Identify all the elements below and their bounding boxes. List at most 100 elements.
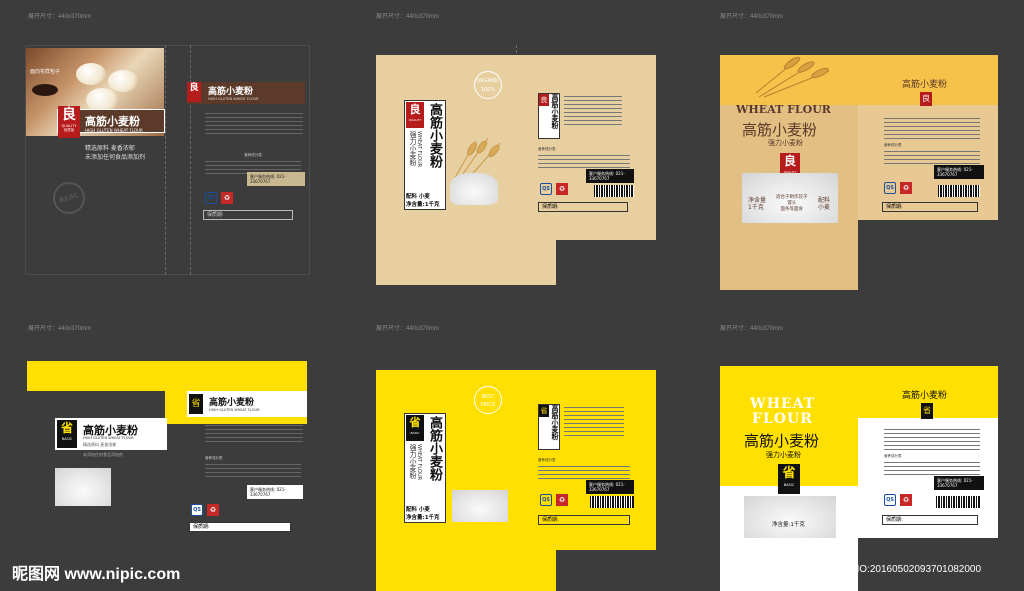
barcode [590,496,634,508]
watermark-right: ID:21631034 NO:20160502093701082000 [792,564,982,575]
info-text [564,93,622,128]
brand-basic-text: BASIC [783,483,795,487]
hotline-box: 客户服务热线: 021-33670767 [247,172,305,186]
brand-quality-cn: 优质品 [63,128,75,132]
nutrition-table: 营养成分表 [884,454,980,478]
dim-label: 展开尺寸：440x370mm [28,326,92,332]
shelf-life-box: 保质期: [538,515,630,525]
side-title: 高筋小麦粉 [209,398,255,408]
panel-4: 省 BASIC 高筋小麦粉 HIGH GLUTEN WHEAT FLOUR 精选… [25,358,310,548]
brand-liang-char: 良 [409,103,421,116]
product-title-vertical: 高筋小麦粉 [427,416,442,481]
nutrition-table: 营养成分表 [538,147,630,171]
info-text [205,422,303,445]
table-title: 营养成分表 [538,147,556,151]
tagline-2: 未添加任何食品添加剂 [83,452,123,457]
hotline-box: 客户服务热线: 021-33670767 [247,485,303,499]
brand-sheng-badge-small: 省 [921,403,933,419]
product-title: 高筋小麦粉 [85,115,140,128]
flour-pile-image [452,490,508,522]
side-title: 高筋小麦粉 [902,391,948,401]
bun-label: 面向花样包子 [30,69,61,75]
panel-3: WHEAT FLOUR 高筋小麦粉 强力小麦粉 良 QUALITY 净含量 1千… [720,45,1000,290]
organic-badge: ORGANIC 100% [474,71,502,99]
brand-liang-badge: 良 QUALITY 优质品 [58,106,80,138]
table-title: 营养成分表 [884,454,902,458]
product-subtitle: HIGH GLUTEN WHEAT FLOUR [83,436,134,440]
net-content-text: 净含量:1千克 [406,515,440,521]
ingredients-text: 配料 小麦 [406,507,430,513]
kraft-flap [516,240,556,285]
tagline-2: 未添加任何食品添加剂 [85,154,146,161]
product-title: 高筋小麦粉 [742,121,818,139]
ingredients-v: 配料 小麦 [818,197,831,211]
wheat-flour-title-l2: FLOUR [752,411,813,427]
brand-sheng-char: 省 [409,416,421,429]
qs-icon: QS [540,494,552,506]
side-subtitle: HIGH GLUTEN WHEAT FLOUR [209,408,260,412]
panel-2: 良 QUALITY 高筋小麦粉 WHEAT FLOUR 强力小麦粉 配料 小麦 … [376,45,656,285]
net-content-text: 净含量:1千克 [406,202,440,208]
side-title-vertical: 高筋小麦粉 [551,405,559,440]
brand-sheng-badge: 省 BASIC [778,464,800,494]
brand-liang-badge-small: 良 [187,82,201,102]
brand-liang-badge: 良 QUALITY [406,102,424,128]
brand-quality-text: QUALITY [408,118,422,122]
dim-label: 展开尺寸：440x370mm [376,14,440,20]
brand-sheng-char: 省 [782,466,796,481]
usage-text: 适合于制作饺子 馒头 面条等面食 [776,195,808,212]
brand-sheng-badge: 省 BASIC [57,420,77,448]
brand-basic-text: BASIC [61,437,73,441]
brand-sheng-badge: 省 BASIC [406,415,424,441]
product-title-vertical: 高筋小麦粉 [427,103,442,168]
barcode [938,185,980,197]
strong-flour-text: 强力小麦粉 [766,451,801,459]
nutrition-table: 营养成分表 [538,458,630,482]
info-text [884,115,980,142]
brand-sheng-badge-small: 省 [189,394,203,414]
flour-pile-image [744,496,836,538]
info-text [205,110,303,137]
flour-pile-image [55,468,111,506]
wheat-illustration [754,53,834,99]
brand-liang-char: 良 [62,107,76,123]
dim-label: 展开尺寸：440x370mm [720,14,784,20]
strong-flour-vertical: 强力小麦粉 [409,131,417,166]
panel-6: WHEAT FLOUR 高筋小麦粉 强力小麦粉 省 BASIC 净含量:1千克 … [720,358,1000,591]
nutrition-table: 营养成分表 [205,456,301,480]
dim-label: 展开尺寸：440x370mm [376,326,440,332]
qs-icon: QS [540,183,552,195]
side-title: 高筋小麦粉 [208,87,254,97]
side-subtitle: HIGH GLUTEN WHEAT FLOUR [208,97,259,101]
shelf-life-box: 保质期: [882,515,978,525]
flour-pile-image [450,173,498,205]
ingredients-text: 配料 小麦 [406,194,430,200]
brand-liang-char: 良 [783,154,796,168]
recycle-icon: ♻ [900,182,912,194]
barcode [936,496,980,508]
dim-label: 展开尺寸：440x370mm [28,14,92,20]
brand-liang-badge-small: 良 [539,94,549,106]
panel-1: 面向花样包子 良 QUALITY 优质品 高筋小麦粉 HIGH GLUTEN W… [25,45,310,275]
recycle-icon: ♻ [207,504,219,516]
hotline-box: 客户服务热线: 021-33670767 [586,169,634,183]
dim-label: 展开尺寸：440x370mm [720,326,784,332]
yellow-band-left [27,361,165,391]
info-text [884,426,980,453]
panel-5: 省 BASIC 高筋小麦粉 WHEAT FLOUR 强力小麦粉 配料 小麦 净含… [376,358,656,591]
strong-flour-vertical: 强力小麦粉 [409,444,417,479]
recycle-icon: ♻ [556,494,568,506]
table-title: 营养成分表 [538,458,556,462]
wheat-flour-title: WHEAT FLOUR [736,103,831,116]
qs-icon: QS [884,494,896,506]
brand-sheng-badge-small: 省 [539,405,549,417]
hotline-box: 客户服务热线: 021-33670767 [934,165,984,179]
strong-flour-text: 强力小麦粉 [768,139,803,147]
wheat-flour-title-l1: WHEAT [750,396,816,412]
table-title: 营养成分表 [205,456,223,460]
brand-liang-char-small: 良 [189,83,199,93]
shelf-life-box: 保质期: [882,202,978,212]
product-subtitle: HIGH GLUTEN WHEAT FLOUR [85,128,143,133]
shelf-life-box: 保质期: [203,210,293,220]
real-stamp: REAL [48,177,90,219]
